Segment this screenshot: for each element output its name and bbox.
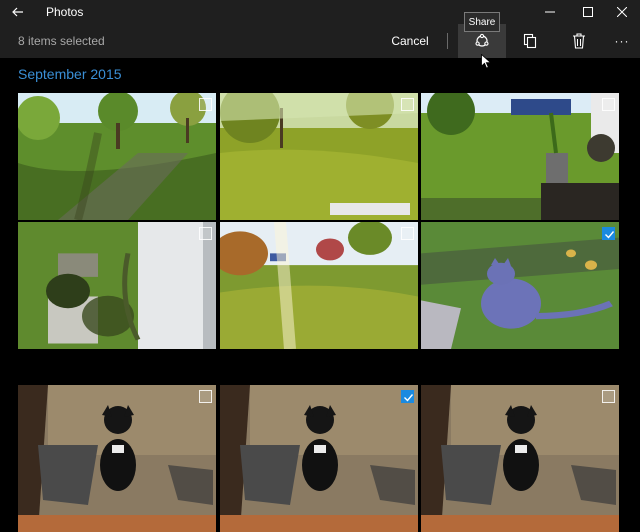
photo-tile[interactable] [18, 385, 216, 532]
select-checkbox[interactable] [199, 390, 212, 403]
mouse-cursor-icon [481, 54, 491, 69]
section-title: September 2015 [18, 66, 122, 82]
photo-image [220, 222, 418, 349]
photo-image [220, 385, 418, 532]
back-arrow-icon [12, 7, 23, 17]
photo-image [18, 222, 216, 349]
photo-image [421, 385, 619, 532]
delete-button[interactable] [557, 24, 601, 58]
photo-image [18, 93, 216, 220]
photo-tile[interactable] [220, 93, 418, 220]
checkmark-icon [605, 231, 615, 239]
select-checkbox[interactable] [401, 98, 414, 111]
selected-count-label: 8 items selected [18, 34, 105, 48]
back-button[interactable] [0, 0, 36, 24]
select-checkbox[interactable] [602, 390, 615, 403]
close-button[interactable] [604, 0, 640, 24]
photo-image [421, 93, 619, 220]
close-icon [617, 7, 627, 17]
photo-tile[interactable] [18, 93, 216, 220]
photo-tile[interactable] [220, 222, 418, 349]
photo-image [18, 385, 216, 532]
command-bar: 8 items selected Cancel ··· [0, 24, 640, 58]
photo-tile[interactable] [220, 385, 418, 532]
title-bar: Photos [0, 0, 640, 24]
checkmark-icon [404, 394, 414, 402]
app-title: Photos [46, 5, 84, 19]
photo-tile[interactable] [421, 222, 619, 349]
select-checkbox[interactable] [401, 390, 414, 403]
photo-image [421, 222, 619, 349]
select-checkbox[interactable] [602, 98, 615, 111]
more-button[interactable]: ··· [604, 24, 640, 58]
cancel-button[interactable]: Cancel [386, 29, 434, 53]
photo-image [220, 93, 418, 220]
maximize-button[interactable] [570, 0, 606, 24]
delete-icon [573, 33, 585, 49]
minimize-icon [545, 11, 555, 13]
select-checkbox[interactable] [602, 227, 615, 240]
select-checkbox[interactable] [401, 227, 414, 240]
minimize-button[interactable] [532, 0, 568, 24]
share-tooltip: Share [464, 12, 500, 32]
photo-tile[interactable] [421, 385, 619, 532]
maximize-icon [583, 7, 593, 17]
command-separator [447, 33, 448, 49]
select-checkbox[interactable] [199, 98, 212, 111]
photo-tile[interactable] [421, 93, 619, 220]
share-icon [475, 33, 489, 47]
select-checkbox[interactable] [199, 227, 212, 240]
photo-tile[interactable] [18, 222, 216, 349]
copy-icon [523, 33, 537, 49]
copy-button[interactable] [508, 24, 552, 58]
